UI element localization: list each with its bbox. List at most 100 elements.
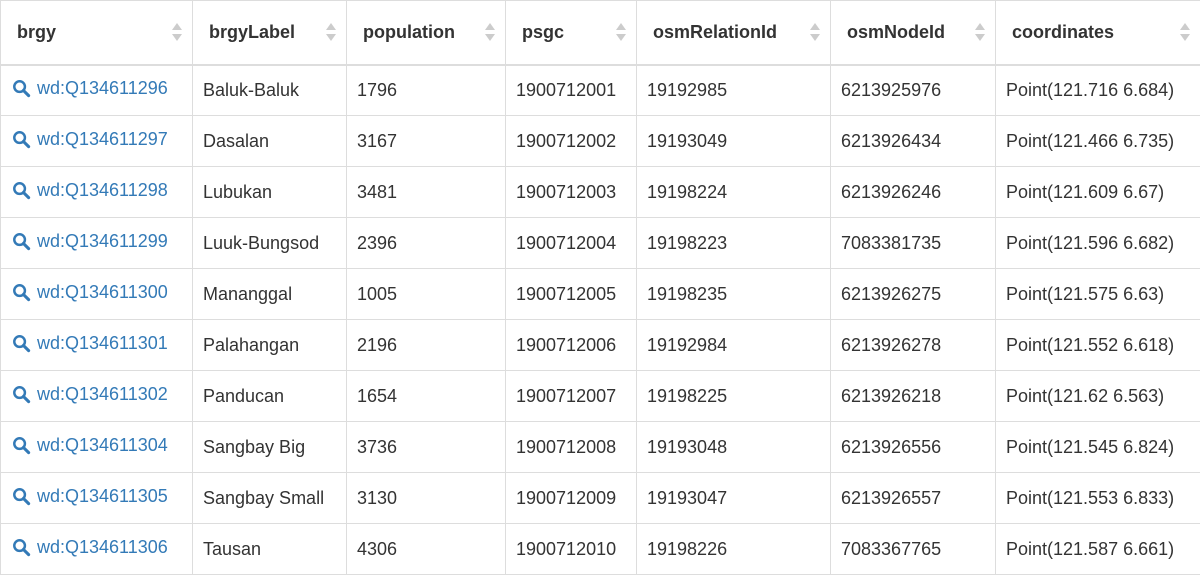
cell-brgylabel: Sangbay Small (192, 472, 347, 524)
cell-psgc: 1900712010 (505, 523, 637, 575)
table-row: wd:Q134611300 Mananggal 1005 1900712005 1919… (0, 268, 1200, 320)
sort-icon[interactable] (326, 23, 336, 43)
sort-icon[interactable] (975, 23, 985, 43)
cell-brgy: wd:Q134611296 (0, 64, 193, 116)
cell-coordinates: Point(121.62 6.563) (995, 370, 1200, 422)
search-icon (13, 130, 31, 148)
cell-brgylabel: Sangbay Big (192, 421, 347, 473)
search-icon (13, 538, 31, 556)
cell-brgy: wd:Q134611299 (0, 217, 193, 269)
item-link[interactable]: wd:Q134611306 (12, 537, 168, 558)
cell-brgylabel: Tausan (192, 523, 347, 575)
cell-brgy: wd:Q134611297 (0, 115, 193, 167)
cell-coordinates: Point(121.553 6.833) (995, 472, 1200, 524)
item-link[interactable]: wd:Q134611302 (12, 384, 168, 405)
column-header-label: psgc (522, 21, 565, 42)
item-link[interactable]: wd:Q134611296 (12, 78, 168, 99)
sort-icon[interactable] (485, 23, 495, 43)
search-icon (13, 487, 31, 505)
cell-osmnodeid: 6213926556 (830, 421, 996, 473)
search-icon (13, 385, 31, 403)
item-link[interactable]: wd:Q134611305 (12, 486, 168, 507)
cell-osmnodeid: 7083367765 (830, 523, 996, 575)
table-row: wd:Q134611305 Sangbay Small 3130 1900712009… (0, 472, 1200, 524)
cell-psgc: 1900712006 (505, 319, 637, 371)
column-header-osmrelationid[interactable]: osmRelationId (636, 0, 831, 66)
item-id: wd:Q134611305 (37, 485, 168, 506)
column-header-coordinates[interactable]: coordinates (995, 0, 1200, 66)
cell-population: 2196 (346, 319, 506, 371)
cell-brgylabel: Mananggal (192, 268, 347, 320)
cell-osmrelationid: 19193049 (636, 115, 831, 167)
table-row: wd:Q134611306 Tausan 4306 1900712010 1919822… (0, 523, 1200, 575)
item-link[interactable]: wd:Q134611301 (12, 333, 168, 354)
table-row: wd:Q134611304 Sangbay Big 3736 1900712008 19… (0, 421, 1200, 473)
cell-osmnodeid: 6213926246 (830, 166, 996, 218)
column-header-population[interactable]: population (346, 0, 506, 66)
item-id: wd:Q134611306 (37, 536, 168, 557)
column-header-brgylabel[interactable]: brgyLabel (192, 0, 347, 66)
item-id: wd:Q134611299 (37, 230, 168, 251)
item-id: wd:Q134611304 (37, 434, 168, 455)
cell-coordinates: Point(121.552 6.618) (995, 319, 1200, 371)
table-row: wd:Q134611296 Baluk-Baluk 1796 1900712001 19… (0, 64, 1200, 116)
item-link[interactable]: wd:Q134611300 (12, 282, 168, 303)
cell-population: 4306 (346, 523, 506, 575)
cell-coordinates: Point(121.609 6.67) (995, 166, 1200, 218)
column-header-brgy[interactable]: brgy (0, 0, 193, 66)
cell-population: 3167 (346, 115, 506, 167)
cell-population: 3481 (346, 166, 506, 218)
column-header-label: osmRelationId (653, 21, 778, 42)
cell-osmrelationid: 19193047 (636, 472, 831, 524)
item-id: wd:Q134611300 (37, 281, 168, 302)
column-header-osmnodeid[interactable]: osmNodeId (830, 0, 996, 66)
table-body: wd:Q134611296 Baluk-Baluk 1796 1900712001 19… (0, 64, 1200, 575)
sort-icon[interactable] (1180, 23, 1190, 43)
cell-osmrelationid: 19192985 (636, 64, 831, 116)
cell-brgy: wd:Q134611305 (0, 472, 193, 524)
cell-coordinates: Point(121.596 6.682) (995, 217, 1200, 269)
search-icon (13, 181, 31, 199)
sort-icon[interactable] (810, 23, 820, 43)
search-icon (13, 79, 31, 97)
cell-osmnodeid: 6213926275 (830, 268, 996, 320)
cell-osmrelationid: 19192984 (636, 319, 831, 371)
column-header-label: brgy (17, 21, 57, 42)
item-link[interactable]: wd:Q134611297 (12, 129, 168, 150)
column-header-psgc[interactable]: psgc (505, 0, 637, 66)
cell-osmnodeid: 6213926218 (830, 370, 996, 422)
item-link[interactable]: wd:Q134611299 (12, 231, 168, 252)
sort-icon[interactable] (172, 23, 182, 43)
table-row: wd:Q134611298 Lubukan 3481 1900712003 191982… (0, 166, 1200, 218)
cell-osmrelationid: 19198235 (636, 268, 831, 320)
search-icon (13, 436, 31, 454)
cell-population: 3736 (346, 421, 506, 473)
cell-osmnodeid: 6213925976 (830, 64, 996, 116)
cell-coordinates: Point(121.466 6.735) (995, 115, 1200, 167)
cell-brgy: wd:Q134611306 (0, 523, 193, 575)
item-link[interactable]: wd:Q134611304 (12, 435, 168, 456)
cell-coordinates: Point(121.716 6.684) (995, 64, 1200, 116)
cell-osmrelationid: 19198225 (636, 370, 831, 422)
cell-brgylabel: Palahangan (192, 319, 347, 371)
table-row: wd:Q134611302 Panducan 1654 1900712007 19198… (0, 370, 1200, 422)
cell-osmnodeid: 6213926557 (830, 472, 996, 524)
search-icon (13, 232, 31, 250)
cell-psgc: 1900712001 (505, 64, 637, 116)
item-id: wd:Q134611296 (37, 77, 168, 98)
cell-psgc: 1900712009 (505, 472, 637, 524)
table-row: wd:Q134611297 Dasalan 3167 1900712002 191930… (0, 115, 1200, 167)
cell-osmrelationid: 19198223 (636, 217, 831, 269)
sort-icon[interactable] (616, 23, 626, 43)
cell-population: 1654 (346, 370, 506, 422)
cell-osmnodeid: 6213926278 (830, 319, 996, 371)
search-icon (13, 334, 31, 352)
cell-brgy: wd:Q134611304 (0, 421, 193, 473)
cell-population: 3130 (346, 472, 506, 524)
cell-osmnodeid: 6213926434 (830, 115, 996, 167)
cell-coordinates: Point(121.575 6.63) (995, 268, 1200, 320)
cell-psgc: 1900712002 (505, 115, 637, 167)
item-id: wd:Q134611301 (37, 332, 168, 353)
cell-population: 2396 (346, 217, 506, 269)
item-link[interactable]: wd:Q134611298 (12, 180, 168, 201)
